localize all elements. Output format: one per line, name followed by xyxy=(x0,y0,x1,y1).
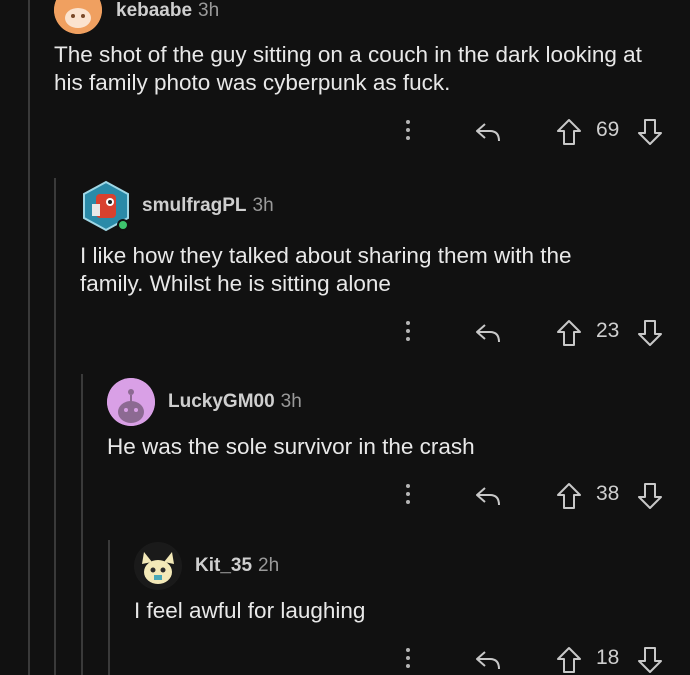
avatar[interactable] xyxy=(107,378,155,426)
upvote-icon[interactable] xyxy=(556,482,582,510)
thread-line-level-2 xyxy=(54,178,56,675)
comment-actions: 23 xyxy=(0,317,690,347)
vote-count: 18 xyxy=(596,646,620,669)
username[interactable]: smulfragPL xyxy=(142,195,247,217)
snoo-avatar-icon xyxy=(54,0,102,34)
timestamp: 2h xyxy=(258,555,280,576)
upvote-icon[interactable] xyxy=(556,646,582,674)
vote-count: 23 xyxy=(596,319,620,342)
username[interactable]: LuckyGM00 xyxy=(168,391,275,413)
reply-icon[interactable] xyxy=(474,483,502,507)
comment-body: The shot of the guy sitting on a couch i… xyxy=(54,42,642,95)
robot-avatar-icon xyxy=(83,180,129,232)
username[interactable]: kebaabe xyxy=(116,0,192,22)
downvote-icon[interactable] xyxy=(637,319,663,347)
reply-icon[interactable] xyxy=(474,320,502,344)
timestamp: 3h xyxy=(198,0,220,21)
avatar[interactable] xyxy=(54,0,102,34)
vote-count: 38 xyxy=(596,482,620,505)
downvote-icon[interactable] xyxy=(637,118,663,146)
timestamp: 3h xyxy=(280,391,302,412)
comment-actions: 18 xyxy=(0,644,690,674)
comment-actions: 69 xyxy=(0,116,690,146)
more-options-icon[interactable] xyxy=(405,648,411,672)
more-options-icon[interactable] xyxy=(405,484,411,508)
reply-icon[interactable] xyxy=(474,119,502,143)
more-options-icon[interactable] xyxy=(405,120,411,144)
comment-body: He was the sole survivor in the crash xyxy=(107,434,475,459)
downvote-icon[interactable] xyxy=(637,646,663,674)
username[interactable]: Kit_35 xyxy=(195,555,252,577)
vote-count: 69 xyxy=(596,118,620,141)
comment-actions: 38 xyxy=(0,480,690,510)
upvote-icon[interactable] xyxy=(556,319,582,347)
avatar[interactable] xyxy=(134,542,182,590)
comment-body: I like how they talked about sharing the… xyxy=(80,243,572,296)
reply-icon[interactable] xyxy=(474,647,502,671)
thread-line-level-3 xyxy=(81,374,83,675)
comment-body: I feel awful for laughing xyxy=(134,598,366,623)
avatar[interactable] xyxy=(80,180,130,232)
snoo-avatar-icon xyxy=(107,378,155,426)
downvote-icon[interactable] xyxy=(637,482,663,510)
timestamp: 3h xyxy=(252,195,274,216)
cat-avatar-icon xyxy=(134,542,182,590)
comment-kebaabe: kebaabe 3h The shot of the guy sitting o… xyxy=(0,0,690,160)
more-options-icon[interactable] xyxy=(405,321,411,345)
upvote-icon[interactable] xyxy=(556,118,582,146)
